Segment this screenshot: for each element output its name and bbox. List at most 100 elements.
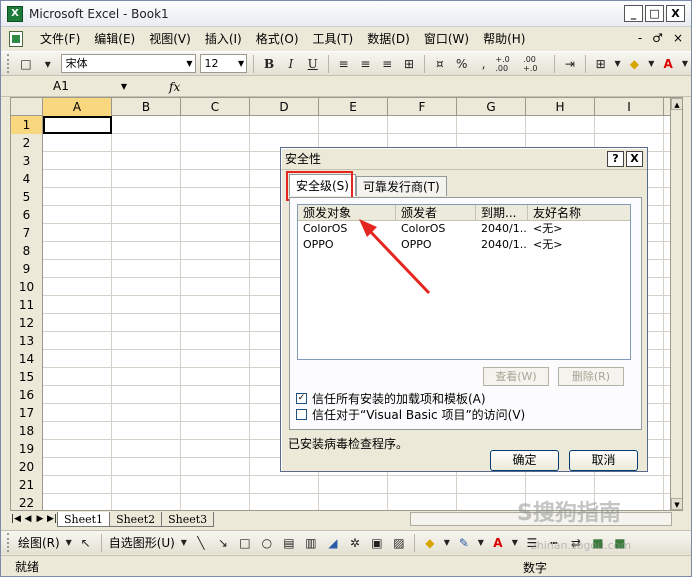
cell[interactable] [319, 476, 388, 494]
cell[interactable] [43, 134, 112, 152]
cell[interactable] [43, 494, 112, 510]
cell[interactable] [181, 332, 250, 350]
merge-center-icon[interactable]: ⊞ [399, 54, 419, 74]
align-left-icon[interactable]: ≡ [334, 54, 354, 74]
clip-art-icon[interactable]: ▣ [367, 533, 387, 553]
line-color-icon[interactable]: ✎ [454, 533, 474, 553]
diagram-icon[interactable]: ✲ [345, 533, 365, 553]
view-button[interactable]: 查看(W) [483, 367, 549, 386]
cell[interactable] [181, 170, 250, 188]
cell[interactable] [526, 116, 595, 134]
cell[interactable] [388, 116, 457, 134]
help-button[interactable]: ? [607, 151, 624, 167]
oval-icon[interactable]: ○ [257, 533, 277, 553]
cell[interactable] [112, 314, 181, 332]
cell[interactable] [388, 494, 457, 510]
cell[interactable] [112, 458, 181, 476]
fill-color-icon[interactable]: ◆ [420, 533, 440, 553]
column-header-g[interactable]: G [457, 98, 526, 116]
cell[interactable] [181, 422, 250, 440]
cell[interactable] [112, 386, 181, 404]
cell[interactable] [112, 152, 181, 170]
rectangle-icon[interactable]: □ [235, 533, 255, 553]
column-header-c[interactable]: C [181, 98, 250, 116]
align-right-icon[interactable]: ≡ [377, 54, 397, 74]
row-header[interactable]: 12 [11, 314, 43, 332]
cell[interactable] [181, 476, 250, 494]
cell[interactable] [181, 458, 250, 476]
cell[interactable] [250, 476, 319, 494]
cell[interactable] [181, 296, 250, 314]
fill-color-icon[interactable]: ◆ [624, 54, 644, 74]
cancel-button[interactable]: 取消 [569, 450, 638, 471]
chevron-down-icon[interactable]: ▼ [510, 533, 520, 553]
tab-trusted-publishers[interactable]: 可靠发行商(T) [355, 176, 447, 196]
draw-menu-button[interactable]: 绘图(R) [15, 534, 63, 551]
cell[interactable] [43, 440, 112, 458]
column-header-f[interactable]: F [388, 98, 457, 116]
menu-edit[interactable]: 编辑(E) [87, 29, 142, 49]
cell[interactable] [43, 242, 112, 260]
cell[interactable] [112, 368, 181, 386]
cell[interactable] [112, 134, 181, 152]
font-color-icon[interactable]: A [658, 54, 678, 74]
select-all-corner[interactable] [11, 98, 43, 116]
cell[interactable] [112, 188, 181, 206]
borders-icon[interactable]: ⊞ [591, 54, 611, 74]
next-sheet-icon[interactable]: ▶ [34, 514, 46, 524]
menu-insert[interactable]: 插入(I) [198, 29, 249, 49]
header-expiration[interactable]: 到期... [476, 205, 528, 221]
row-header[interactable]: 7 [11, 224, 43, 242]
menu-window[interactable]: 窗口(W) [417, 29, 476, 49]
cell[interactable] [112, 224, 181, 242]
underline-button[interactable]: U [303, 54, 323, 74]
row-header[interactable]: 9 [11, 260, 43, 278]
arrow-icon[interactable]: ↘ [213, 533, 233, 553]
cell[interactable] [43, 188, 112, 206]
cell[interactable] [43, 170, 112, 188]
row-header[interactable]: 10 [11, 278, 43, 296]
select-pointer-icon[interactable]: ↖ [76, 533, 96, 553]
cell[interactable] [319, 116, 388, 134]
row-header[interactable]: 21 [11, 476, 43, 494]
menu-tools[interactable]: 工具(T) [306, 29, 361, 49]
toolbar-options-icon[interactable]: ▾ [38, 54, 58, 74]
cell[interactable] [181, 494, 250, 510]
cell[interactable] [181, 134, 250, 152]
cell[interactable] [112, 206, 181, 224]
cell[interactable] [43, 404, 112, 422]
chevron-down-icon[interactable]: ▼ [442, 533, 452, 553]
cell[interactable] [43, 368, 112, 386]
row-header[interactable]: 20 [11, 458, 43, 476]
menu-view[interactable]: 视图(V) [142, 29, 198, 49]
minimize-button[interactable]: _ [624, 5, 643, 22]
cell[interactable] [250, 116, 319, 134]
cell[interactable] [181, 350, 250, 368]
cell[interactable] [43, 476, 112, 494]
vertical-text-box-icon[interactable]: ▥ [301, 533, 321, 553]
cell[interactable] [181, 386, 250, 404]
scroll-up-icon[interactable]: ▲ [671, 98, 682, 110]
cell[interactable] [43, 314, 112, 332]
font-size-select[interactable]: 12 ▼ [199, 54, 248, 73]
cell[interactable] [181, 206, 250, 224]
cell[interactable] [595, 476, 664, 494]
column-header-d[interactable]: D [250, 98, 319, 116]
doc-close-button[interactable]: × [673, 31, 683, 45]
menu-help[interactable]: 帮助(H) [476, 29, 532, 49]
row-header[interactable]: 22 [11, 494, 43, 510]
row-header[interactable]: 11 [11, 296, 43, 314]
autoshapes-button[interactable]: 自选图形(U) [106, 534, 178, 551]
column-header-b[interactable]: B [112, 98, 181, 116]
cell[interactable] [43, 422, 112, 440]
trust-addins-row[interactable]: ✓ 信任所有安装的加载项和模板(A) [296, 390, 486, 407]
chevron-down-icon[interactable]: ▼ [179, 533, 189, 553]
cell[interactable] [181, 152, 250, 170]
list-item[interactable]: OPPO OPPO 2040/1... <无> [298, 237, 630, 253]
cell[interactable] [43, 278, 112, 296]
cell[interactable] [112, 278, 181, 296]
cell[interactable] [595, 116, 664, 134]
cell[interactable] [181, 188, 250, 206]
cell[interactable] [43, 260, 112, 278]
sheet-tab-sheet2[interactable]: Sheet2 [109, 511, 163, 527]
